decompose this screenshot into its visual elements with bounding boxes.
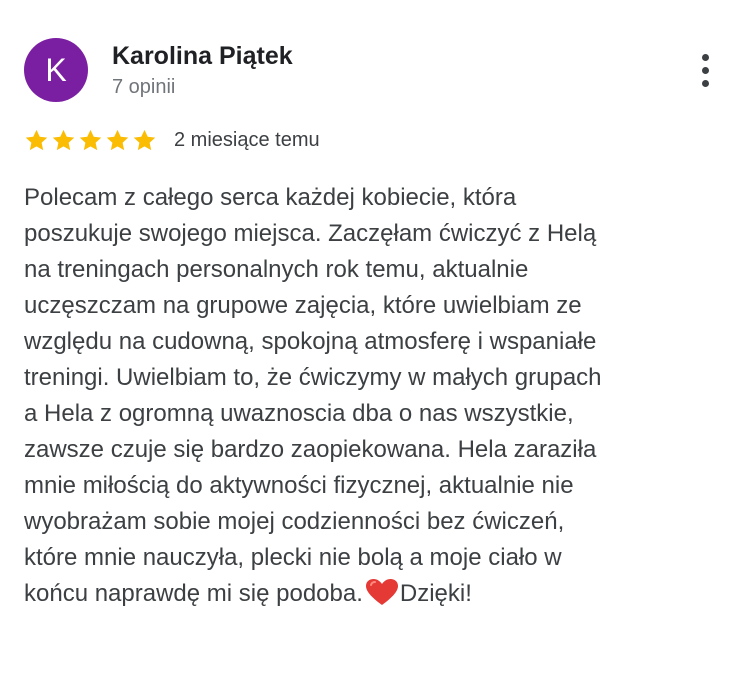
star-icon bbox=[25, 129, 48, 150]
author-review-count: 7 opinii bbox=[112, 76, 176, 98]
star-icon bbox=[133, 129, 156, 150]
review-text-fragment: Dzięki! bbox=[399, 580, 472, 607]
author-info: Karolina Piątek 7 opinii bbox=[112, 40, 293, 100]
more-vert-icon-dot bbox=[701, 66, 709, 74]
star-icon bbox=[106, 129, 129, 150]
review-text-line: treningi. Uwielbiam to, że ćwiczymy w ma… bbox=[24, 364, 602, 391]
more-vert-icon bbox=[701, 53, 709, 61]
review-text-line: które mnie nauczyła, plecki nie bolą a m… bbox=[24, 544, 562, 571]
review-text: Polecam z całego serca każdej kobiecie, … bbox=[24, 180, 724, 612]
review-header: K Karolina Piątek 7 opinii bbox=[24, 38, 293, 102]
review-text-line: poszukuje swojego miejsca. Zaczęłam ćwic… bbox=[24, 220, 597, 247]
star-rating bbox=[24, 128, 157, 153]
review-text-line: uczęszczam na grupowe zajęcia, które uwi… bbox=[24, 292, 582, 319]
review-text-line: wyobrażam sobie mojej codzienności bez ć… bbox=[24, 508, 565, 535]
avatar-initial: K bbox=[45, 51, 67, 88]
review-text-line: końcu naprawdę mi się podoba. Dzięki! bbox=[24, 579, 472, 607]
avatar[interactable]: K bbox=[24, 38, 88, 102]
review-text-line: a Hela z ogromną uwaznoscia dba o nas ws… bbox=[24, 400, 574, 427]
author-name[interactable]: Karolina Piątek bbox=[112, 40, 293, 72]
star-icon bbox=[52, 129, 75, 150]
review-text-line: Polecam z całego serca każdej kobiecie, … bbox=[24, 184, 517, 211]
review-text-line: zawsze czuje się bardzo zaopiekowana. He… bbox=[24, 436, 597, 463]
review-text-fragment: końcu naprawdę mi się podoba. bbox=[24, 580, 363, 607]
more-vert-icon-dot bbox=[701, 79, 709, 87]
review-text-line: na treningach personalnych rok temu, akt… bbox=[24, 256, 529, 283]
review-card: K Karolina Piątek 7 opinii 2 miesiące te… bbox=[0, 0, 738, 686]
red-heart-icon bbox=[365, 579, 398, 605]
review-text-line: mnie miłością do aktywności fizycznej, a… bbox=[24, 472, 574, 499]
star-icon bbox=[79, 129, 102, 150]
rating-row: 2 miesiące temu bbox=[24, 124, 320, 156]
review-date: 2 miesiące temu bbox=[174, 128, 320, 151]
review-text-line: względu na cudowną, spokojną atmosferę i… bbox=[24, 328, 597, 355]
more-options-button[interactable] bbox=[688, 50, 722, 90]
